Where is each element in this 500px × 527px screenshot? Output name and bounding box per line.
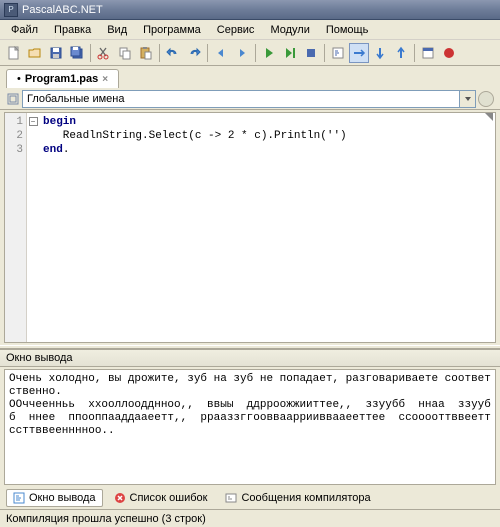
scope-combo-value: Глобальные имена [27, 93, 125, 105]
scope-bar: Глобальные имена [0, 88, 500, 110]
compiler-msg-icon [225, 492, 237, 504]
status-text: Компиляция прошла успешно (3 строк) [6, 513, 206, 525]
toolbar-separator [414, 44, 415, 62]
editor-corner-icon [485, 113, 493, 121]
code-editor[interactable]: 1 2 3 − begin ReadlnString.Select(c -> 2… [4, 112, 496, 343]
output-icon [13, 492, 25, 504]
line-gutter: 1 2 3 [5, 113, 27, 342]
redo-icon[interactable] [184, 43, 204, 63]
step-out-icon[interactable] [391, 43, 411, 63]
menu-help[interactable]: Помощь [319, 22, 376, 38]
fold-toggle-icon[interactable]: − [29, 117, 38, 126]
paste-icon[interactable] [136, 43, 156, 63]
output-tab-label: Список ошибок [130, 492, 208, 504]
tab-label: Program1.pas [25, 73, 98, 85]
output-tab-compiler[interactable]: Сообщения компилятора [218, 489, 377, 507]
line-number: 2 [5, 129, 26, 143]
output-text[interactable]: Очень холодно, вы дрожите, зуб на зуб не… [4, 369, 496, 485]
error-list-icon [114, 492, 126, 504]
code-line: ReadlnString.Select(c -> 2 * c).Println(… [43, 130, 347, 142]
line-number: 3 [5, 143, 26, 157]
output-tab-label: Окно вывода [29, 492, 96, 504]
breakpoint-icon[interactable] [439, 43, 459, 63]
titlebar: P PascalABC.NET [0, 0, 500, 20]
form-designer-icon[interactable] [418, 43, 438, 63]
output-title: Окно вывода [0, 349, 500, 367]
tab-program1[interactable]: • Program1.pas × [6, 69, 119, 88]
save-icon[interactable] [46, 43, 66, 63]
menu-service[interactable]: Сервис [210, 22, 262, 38]
line-number: 1 [5, 115, 26, 129]
toolbar-separator [207, 44, 208, 62]
undo-icon[interactable] [163, 43, 183, 63]
statusbar: Компиляция прошла успешно (3 строк) [0, 509, 500, 527]
copy-icon[interactable] [115, 43, 135, 63]
output-panel: Окно вывода Очень холодно, вы дрожите, з… [0, 349, 500, 509]
run-icon[interactable] [259, 43, 279, 63]
app-icon: P [4, 3, 18, 17]
scope-icon [6, 92, 20, 106]
save-all-icon[interactable] [67, 43, 87, 63]
chevron-down-icon[interactable] [459, 91, 475, 107]
menu-edit[interactable]: Правка [47, 22, 98, 38]
compile-icon[interactable] [328, 43, 348, 63]
step-into-icon[interactable] [370, 43, 390, 63]
code-keyword: begin [43, 116, 76, 128]
window-title: PascalABC.NET [22, 4, 103, 16]
close-tab-icon[interactable]: × [102, 74, 108, 85]
menu-program[interactable]: Программа [136, 22, 208, 38]
document-tabs: • Program1.pas × [0, 66, 500, 88]
run-no-debug-icon[interactable] [280, 43, 300, 63]
fold-strip: − [27, 113, 39, 342]
open-file-icon[interactable] [25, 43, 45, 63]
menubar: Файл Правка Вид Программа Сервис Модули … [0, 20, 500, 40]
output-tab-out[interactable]: Окно вывода [6, 489, 103, 507]
cut-icon[interactable] [94, 43, 114, 63]
menu-view[interactable]: Вид [100, 22, 134, 38]
toolbar-separator [324, 44, 325, 62]
code-text: . [63, 144, 70, 156]
output-tab-errors[interactable]: Список ошибок [107, 489, 215, 507]
step-over-icon[interactable] [349, 43, 369, 63]
scope-combo[interactable]: Глобальные имена [22, 90, 476, 108]
toolbar [0, 40, 500, 66]
output-tabs: Окно вывода Список ошибок Сообщения комп… [0, 487, 500, 509]
menu-modules[interactable]: Модули [263, 22, 316, 38]
code-keyword: end [43, 144, 63, 156]
new-file-icon[interactable] [4, 43, 24, 63]
tab-modified-dot: • [17, 73, 21, 85]
nav-back-icon[interactable] [211, 43, 231, 63]
toolbar-separator [159, 44, 160, 62]
code-content[interactable]: begin ReadlnString.Select(c -> 2 * c).Pr… [39, 113, 495, 342]
toolbar-separator [90, 44, 91, 62]
output-tab-label: Сообщения компилятора [241, 492, 370, 504]
menu-file[interactable]: Файл [4, 22, 45, 38]
toolbar-separator [255, 44, 256, 62]
stop-icon[interactable] [301, 43, 321, 63]
scope-refresh-button[interactable] [478, 91, 494, 107]
nav-forward-icon[interactable] [232, 43, 252, 63]
